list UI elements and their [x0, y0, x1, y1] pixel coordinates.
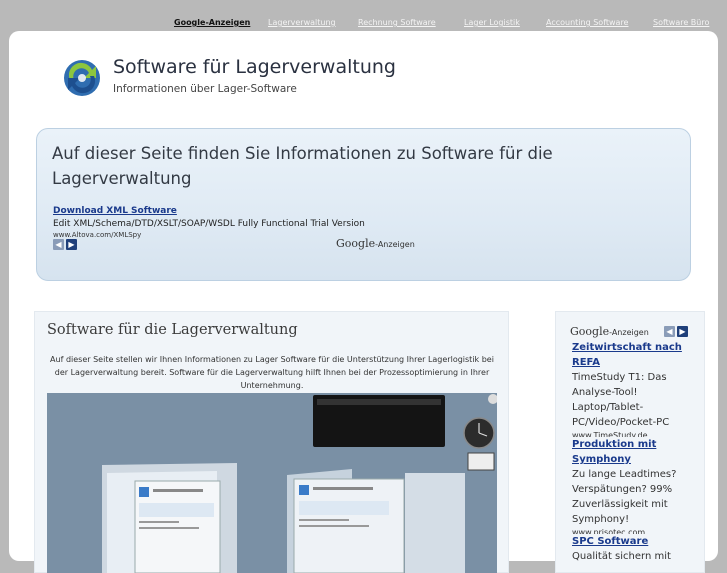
sidebar-ad-item: SPC Software Qualität sichern mit: [572, 534, 700, 564]
google-logo-text: Google: [570, 325, 610, 338]
software-screenshot-image: [47, 393, 497, 573]
top-navigation: Google-Anzeigen Lagerverwaltung Rechnung…: [0, 0, 727, 31]
ad-url[interactable]: www.TimeStudy.de: [572, 430, 700, 437]
prev-arrow-icon[interactable]: ◀: [664, 326, 675, 337]
ad-title-link[interactable]: SPC Software: [572, 534, 700, 549]
ad-description: TimeStudy T1: Das Analyse-Tool! Laptop/T…: [572, 372, 670, 428]
nav-lagerverwaltung[interactable]: Lagerverwaltung: [268, 18, 336, 27]
site-logo-icon[interactable]: [62, 58, 102, 98]
next-arrow-icon[interactable]: ▶: [66, 239, 77, 250]
article-heading: Software für die Lagerverwaltung: [47, 322, 298, 338]
sidebar-google-ads-label[interactable]: Google-Anzeigen: [570, 325, 649, 338]
hero-panel: Auf dieser Seite finden Sie Informatione…: [36, 128, 691, 281]
sidebar-ad-list: Zeitwirtschaft nach REFA TimeStudy T1: D…: [572, 340, 700, 564]
site-subtitle: Informationen über Lager-Software: [113, 83, 297, 95]
sidebar-ad-item: Produktion mit Symphony Zu lange Leadtim…: [572, 437, 700, 534]
anzeigen-text: -Anzeigen: [609, 328, 649, 337]
page-container: Software für Lagerverwaltung Information…: [9, 31, 718, 573]
google-ads-label[interactable]: Google-Anzeigen: [336, 237, 415, 250]
site-title[interactable]: Software für Lagerverwaltung: [113, 56, 396, 78]
sidebar-ads: Google-Anzeigen ◀ ▶ Zeitwirtschaft nach …: [555, 311, 705, 573]
ad-title-link[interactable]: Produktion mit Symphony: [572, 437, 700, 467]
ad-title-link[interactable]: Download XML Software: [53, 206, 413, 216]
sidebar-ad-item: Zeitwirtschaft nach REFA TimeStudy T1: D…: [572, 340, 700, 437]
ad-description: Qualität sichern mit: [572, 551, 671, 562]
main-content: Software für die Lagerverwaltung Auf die…: [34, 311, 509, 573]
next-arrow-icon[interactable]: ▶: [677, 326, 688, 337]
anzeigen-text: -Anzeigen: [375, 240, 415, 249]
ad-description: Zu lange Leadtimes? Verspätungen? 99% Zu…: [572, 469, 677, 525]
ad-description: Edit XML/Schema/DTD/XSLT/SOAP/WSDL Fully…: [53, 219, 365, 229]
prev-arrow-icon[interactable]: ◀: [53, 239, 64, 250]
nav-accounting-software[interactable]: Accounting Software: [546, 18, 628, 27]
article-paragraph: Auf dieser Seite stellen wir Ihnen Infor…: [50, 355, 494, 390]
ad-title-link[interactable]: Zeitwirtschaft nach REFA: [572, 340, 700, 370]
nav-software-buero[interactable]: Software Büro: [653, 18, 709, 27]
nav-rechnung-software[interactable]: Rechnung Software: [358, 18, 436, 27]
hero-heading: Auf dieser Seite finden Sie Informatione…: [52, 144, 553, 188]
nav-lager-logistik[interactable]: Lager Logistik: [464, 18, 520, 27]
ad-url[interactable]: www.prisotec.com: [572, 527, 700, 534]
ad-pager: ◀ ▶: [53, 239, 77, 250]
text-ad: Download XML Software Edit XML/Schema/DT…: [53, 206, 413, 239]
google-logo-text: Google: [336, 237, 376, 250]
nav-google-anzeigen[interactable]: Google-Anzeigen: [174, 18, 250, 27]
sidebar-ad-pager: ◀ ▶: [664, 326, 688, 337]
